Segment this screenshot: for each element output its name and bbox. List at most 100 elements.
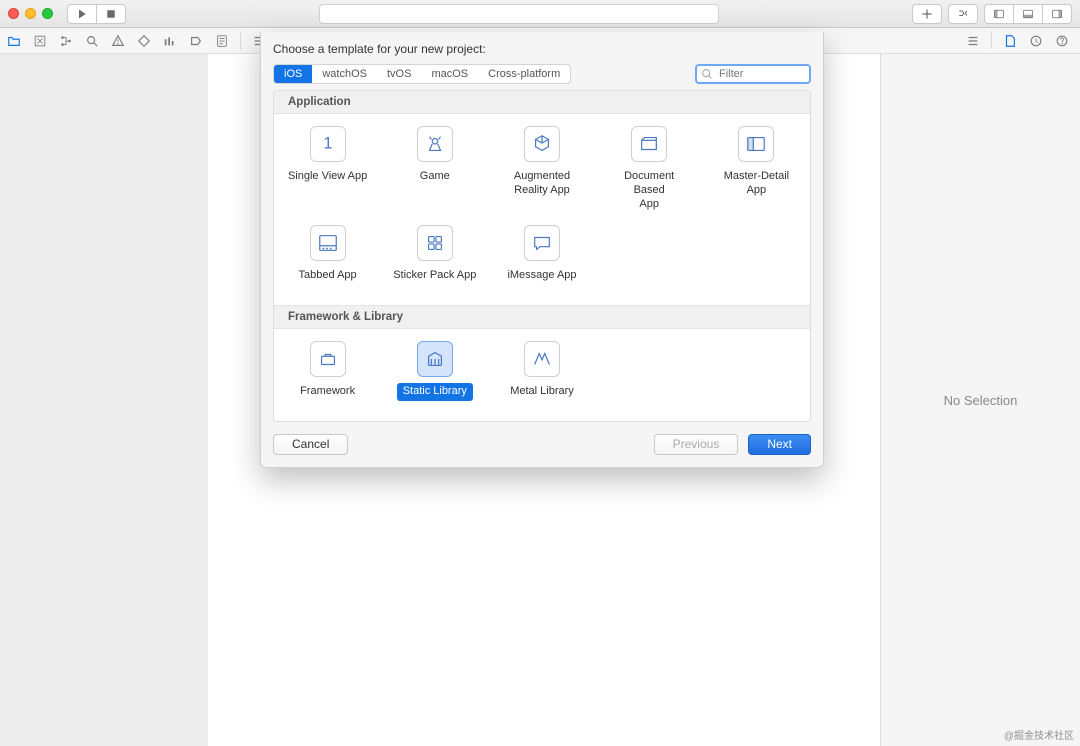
minimize-window-button[interactable] [25,8,36,19]
diamond-icon [137,34,151,48]
cancel-button[interactable]: Cancel [273,434,348,455]
panel-right-icon [1051,8,1063,20]
tabbed-icon [310,225,346,261]
template-label: Game [414,168,456,186]
template-framework[interactable]: Framework [274,335,381,407]
stop-button[interactable] [96,4,126,24]
symbol-navigator-tab[interactable] [56,31,76,51]
breakpoint-navigator-tab[interactable] [186,31,206,51]
svg-text:1: 1 [323,135,332,153]
file-inspector-tab[interactable] [1000,31,1020,51]
template-label: Metal Library [504,383,580,401]
platform-tab-macos[interactable]: macOS [421,65,478,83]
metal-icon [524,341,560,377]
filter-icon [700,67,714,81]
separator [991,31,992,49]
master-detail-icon [738,126,774,162]
report-navigator-tab[interactable] [212,31,232,51]
section-header: Application [274,91,810,114]
history-inspector-tab[interactable] [1026,31,1046,51]
gauge-icon [163,34,177,48]
traffic-lights [8,8,53,19]
previous-button[interactable]: Previous [654,434,739,455]
platform-tab-ios[interactable]: iOS [274,65,312,83]
template-sticker[interactable]: Sticker Pack App [381,219,488,291]
template-label: Single View App [282,168,373,186]
close-window-button[interactable] [8,8,19,19]
project-navigator-tab[interactable] [4,31,24,51]
debug-navigator-tab[interactable] [160,31,180,51]
navigator-panel [0,54,208,746]
library-icon [417,341,453,377]
toggle-left-panel-button[interactable] [984,4,1014,24]
breakpoint-icon [189,34,203,48]
square-x-icon [33,34,47,48]
framework-icon [310,341,346,377]
add-button[interactable] [912,4,942,24]
help-icon [1055,34,1069,48]
toggle-right-panel-button[interactable] [1042,4,1072,24]
template-metal[interactable]: Metal Library [488,335,595,407]
template-label: Augmented Reality App [508,168,576,200]
sheet-title: Choose a template for your new project: [273,42,811,56]
platform-tab-watchos[interactable]: watchOS [312,65,377,83]
ar-icon [524,126,560,162]
sticker-icon [417,225,453,261]
template-library[interactable]: Static Library [381,335,488,407]
find-navigator-tab[interactable] [82,31,102,51]
help-inspector-tab[interactable] [1052,31,1072,51]
next-button[interactable]: Next [748,434,811,455]
source-control-navigator-tab[interactable] [30,31,50,51]
template-imessage[interactable]: iMessage App [488,219,595,291]
single-view-icon: 1 [310,126,346,162]
inspector-empty-label: No Selection [944,393,1018,408]
play-icon [76,8,88,20]
watermark: @掘金技术社区 [1004,727,1074,742]
template-chooser-sheet: Choose a template for your new project: … [260,32,824,468]
template-label: iMessage App [501,267,582,285]
template-label: Master-Detail App [708,168,804,200]
titlebar [0,0,1080,28]
platform-tab-tvos[interactable]: tvOS [377,65,421,83]
search-icon [85,34,99,48]
template-single-view[interactable]: 1 Single View App [274,120,381,219]
issue-navigator-tab[interactable] [108,31,128,51]
platform-tab-cross-platform[interactable]: Cross-platform [478,65,570,83]
clock-icon [1029,34,1043,48]
stop-icon [105,8,117,20]
warning-icon [111,34,125,48]
related-items-button[interactable] [963,31,983,51]
toggle-bottom-panel-button[interactable] [1013,4,1043,24]
template-document[interactable]: Document Based App [596,120,703,219]
inspector-panel: No Selection [880,54,1080,746]
document-icon [631,126,667,162]
template-label: Tabbed App [293,267,363,285]
template-label: Static Library [397,383,473,401]
folder-icon [7,34,21,48]
zoom-window-button[interactable] [42,8,53,19]
template-game[interactable]: Game [381,120,488,219]
template-label: Sticker Pack App [387,267,482,285]
compare-icon [957,8,969,20]
report-icon [215,34,229,48]
activity-search[interactable] [319,4,719,24]
plus-icon [921,8,933,20]
section-header: Framework & Library [274,305,810,329]
test-navigator-tab[interactable] [134,31,154,51]
template-panel: Application 1 Single View App Game Augmented… [273,90,811,422]
separator [240,32,241,50]
run-button[interactable] [67,4,97,24]
template-ar[interactable]: Augmented Reality App [488,120,595,219]
version-editor-button[interactable] [948,4,978,24]
template-label: Document Based App [601,168,697,213]
game-icon [417,126,453,162]
platform-tabs: iOSwatchOStvOSmacOSCross-platform [273,64,571,84]
template-tabbed[interactable]: Tabbed App [274,219,381,291]
template-master-detail[interactable]: Master-Detail App [703,120,810,219]
list-icon [966,34,980,48]
template-label: Framework [294,383,361,401]
imessage-icon [524,225,560,261]
document-icon [1003,34,1017,48]
panel-left-icon [993,8,1005,20]
panel-bottom-icon [1022,8,1034,20]
